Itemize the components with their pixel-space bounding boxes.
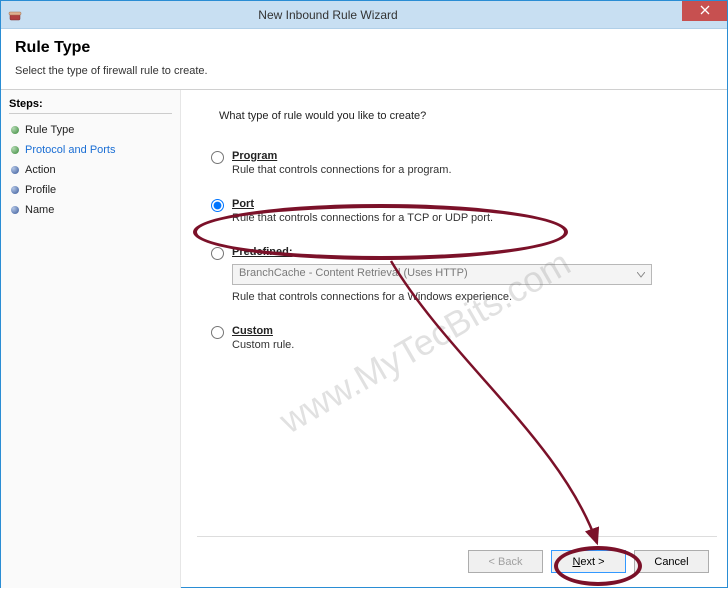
option-desc: Rule that controls connections for a pro… (232, 164, 715, 176)
step-rule-type[interactable]: Rule Type (9, 120, 172, 140)
close-button[interactable] (682, 1, 727, 21)
option-program: Program Rule that controls connections f… (211, 150, 715, 176)
app-icon (7, 7, 23, 23)
bullet-icon (11, 146, 19, 154)
radio-custom[interactable] (211, 326, 224, 339)
steps-sidebar: Steps: Rule Type Protocol and Ports Acti… (1, 90, 181, 588)
option-title: Program (232, 150, 715, 162)
step-label: Name (25, 204, 54, 216)
radio-program[interactable] (211, 151, 224, 164)
step-protocol-and-ports[interactable]: Protocol and Ports (9, 140, 172, 160)
prompt-text: What type of rule would you like to crea… (219, 110, 715, 122)
back-button-label: < Back (489, 556, 523, 568)
option-desc: Rule that controls connections for a TCP… (232, 212, 715, 224)
bullet-icon (11, 126, 19, 134)
radio-port[interactable] (211, 199, 224, 212)
divider (197, 536, 717, 537)
option-custom: Custom Custom rule. (211, 325, 715, 351)
back-button: < Back (468, 550, 543, 573)
chevron-down-icon (634, 268, 648, 282)
option-desc: Custom rule. (232, 339, 715, 351)
combo-value: BranchCache - Content Retrieval (Uses HT… (239, 267, 468, 279)
option-title: Custom (232, 325, 715, 337)
steps-heading: Steps: (9, 98, 172, 114)
radio-predefined[interactable] (211, 247, 224, 260)
step-label: Action (25, 164, 56, 176)
option-port: Port Rule that controls connections for … (211, 198, 715, 224)
step-label: Rule Type (25, 124, 74, 136)
step-action[interactable]: Action (9, 160, 172, 180)
predefined-combo: BranchCache - Content Retrieval (Uses HT… (232, 264, 652, 285)
close-icon (700, 3, 710, 18)
wizard-window: New Inbound Rule Wizard Rule Type Select… (0, 0, 728, 588)
main-content: What type of rule would you like to crea… (181, 90, 727, 588)
step-label: Protocol and Ports (25, 144, 116, 156)
bullet-icon (11, 206, 19, 214)
step-label: Profile (25, 184, 56, 196)
page-subtitle: Select the type of firewall rule to crea… (15, 65, 713, 77)
step-profile[interactable]: Profile (9, 180, 172, 200)
step-name[interactable]: Name (9, 200, 172, 220)
option-predefined: Predefined: BranchCache - Content Retrie… (211, 246, 715, 303)
page-title: Rule Type (15, 39, 713, 57)
next-button[interactable]: Next > (551, 550, 626, 573)
cancel-button[interactable]: Cancel (634, 550, 709, 573)
option-title: Port (232, 198, 715, 210)
header: Rule Type Select the type of firewall ru… (1, 29, 727, 90)
bullet-icon (11, 166, 19, 174)
option-title: Predefined: (232, 246, 715, 258)
button-bar: < Back Next > Cancel (468, 550, 709, 573)
next-button-label-rest: ext > (580, 556, 604, 568)
bullet-icon (11, 186, 19, 194)
cancel-button-label: Cancel (654, 556, 688, 568)
body: Steps: Rule Type Protocol and Ports Acti… (1, 90, 727, 588)
titlebar[interactable]: New Inbound Rule Wizard (1, 1, 727, 29)
option-desc: Rule that controls connections for a Win… (232, 291, 715, 303)
window-title: New Inbound Rule Wizard (29, 8, 682, 22)
